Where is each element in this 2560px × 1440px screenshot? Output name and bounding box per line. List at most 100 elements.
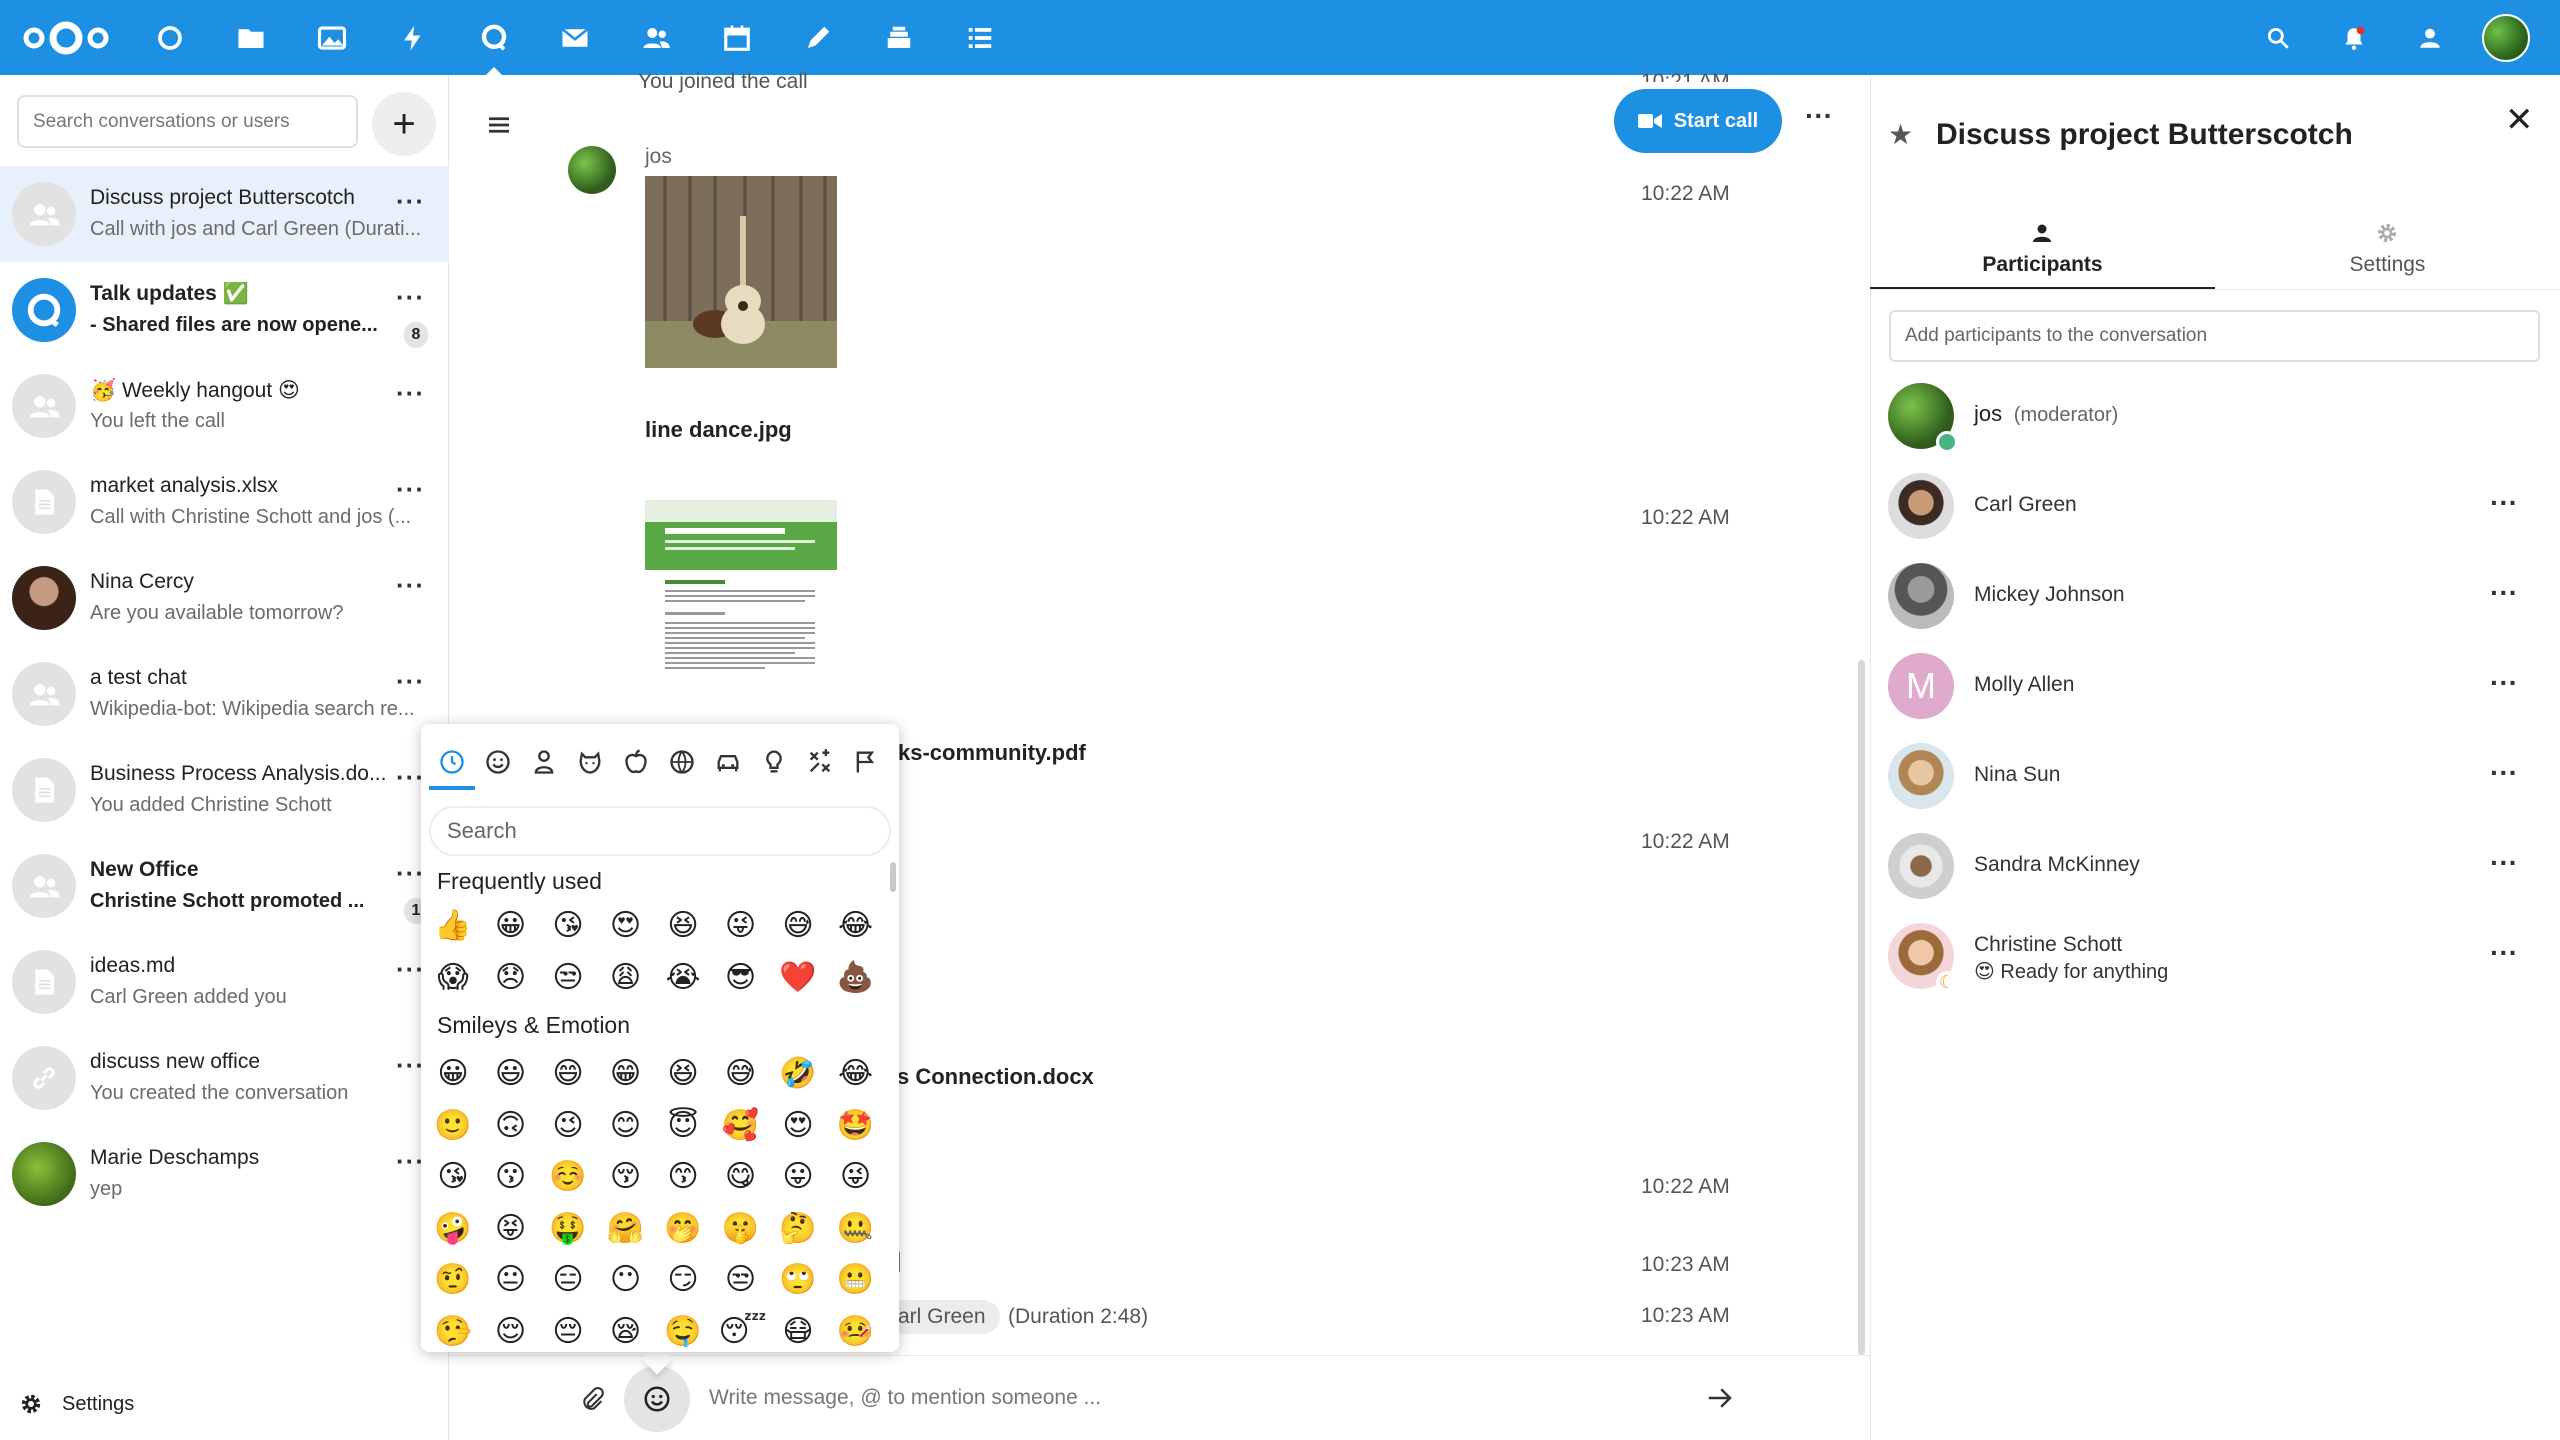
message-input[interactable]: Write message, @ to mention someone ... [709,1386,1101,1410]
emoji-button[interactable]: 😜 [834,1155,878,1199]
participant-row[interactable]: jos (moderator) [1870,371,2560,461]
emoji-button[interactable]: 😄 [546,1052,590,1096]
file-name-partial[interactable]: ks-community.pdf [898,740,1086,766]
globe-icon[interactable] [664,744,700,780]
conversation-menu-icon[interactable]: ··· [396,666,425,697]
send-icon[interactable] [1705,1383,1735,1413]
photos-icon[interactable] [310,16,354,60]
clock-icon[interactable] [434,744,470,780]
participant-menu-icon[interactable]: ··· [2490,757,2518,789]
emoji-button[interactable]: 😱 [431,956,475,1000]
tab-settings[interactable]: Settings [2215,215,2560,290]
calendar-icon[interactable] [715,16,759,60]
image-preview-guitar[interactable] [645,176,837,368]
smiley-icon[interactable] [480,744,516,780]
jos-avatar[interactable] [568,146,616,194]
emoji-button[interactable]: 😌 [489,1310,533,1353]
conversation-item[interactable]: New Office Christine Schott promoted ...… [0,838,449,934]
emoji-button[interactable]: 😞 [489,956,533,1000]
search-conversations-input[interactable]: Search conversations or users [17,95,358,148]
favorite-star-icon[interactable]: ★ [1888,118,1913,151]
conversation-item[interactable]: Discuss project Butterscotch Call with j… [0,166,449,262]
emoji-button[interactable]: 😅 [719,1052,763,1096]
emoji-button[interactable] [624,1366,690,1432]
emoji-button[interactable]: 😙 [661,1155,705,1199]
emoji-button[interactable]: 🙃 [489,1104,533,1148]
new-conversation-button[interactable]: + [372,92,436,156]
talk-icon[interactable] [472,16,516,75]
emoji-button[interactable]: 🤫 [719,1207,763,1251]
notifications-icon[interactable] [2332,16,2376,60]
notes-icon[interactable] [796,16,840,60]
emoji-button[interactable]: 😏 [661,1258,705,1302]
emoji-button[interactable]: 😁 [604,1052,648,1096]
person-icon[interactable] [526,744,562,780]
emoji-button[interactable]: 😭 [661,956,705,1000]
emoji-button[interactable]: ☺️ [546,1155,590,1199]
participant-menu-icon[interactable]: ··· [2490,577,2518,609]
emoji-button[interactable]: 😔 [546,1310,590,1353]
emoji-button[interactable]: 😘 [546,904,590,948]
conversation-menu-icon[interactable]: ··· [396,378,425,409]
close-icon[interactable]: ✕ [2505,100,2534,140]
emoji-button[interactable]: 😑 [546,1258,590,1302]
file-name-partial[interactable]: s Connection.docx [897,1064,1094,1090]
emoji-button[interactable]: 🙄 [776,1258,820,1302]
nextcloud-logo[interactable] [18,14,114,62]
emoji-button[interactable]: 😒 [546,956,590,1000]
conversation-item[interactable]: Marie Deschamps yep ··· [0,1126,449,1222]
participant-row[interactable]: Nina Sun ··· [1870,731,2560,821]
emoji-button[interactable]: 🤤 [661,1310,705,1353]
emoji-button[interactable]: 🤭 [661,1207,705,1251]
emoji-button[interactable]: 🤣 [776,1052,820,1096]
participant-row[interactable]: Mickey Johnson ··· [1870,551,2560,641]
participant-row[interactable]: ☾ Christine Schott 😍 Ready for anything … [1870,911,2560,1001]
emoji-button[interactable]: 🤗 [604,1207,648,1251]
user-avatar[interactable] [2482,14,2530,62]
emoji-button[interactable]: 😴 [719,1310,767,1353]
file-name[interactable]: line dance.jpg [645,417,792,443]
emoji-button[interactable]: 😪 [604,1310,648,1353]
emoji-button[interactable]: 🤐 [834,1207,878,1251]
emoji-button[interactable]: 😀 [489,904,533,948]
contacts-menu-icon[interactable] [2408,16,2452,60]
emoji-button[interactable]: 😉 [546,1104,590,1148]
car-icon[interactable] [710,744,746,780]
conversation-menu-icon[interactable]: ··· [396,474,425,505]
emoji-button[interactable]: 🤥 [431,1310,475,1353]
emoji-button[interactable]: 👍 [431,904,475,948]
tab-participants[interactable]: Participants [1870,215,2215,290]
add-participants-input[interactable]: Add participants to the conversation [1889,310,2540,362]
tasks-icon[interactable] [958,16,1002,60]
emoji-button[interactable]: 🤨 [431,1258,475,1302]
participant-menu-icon[interactable]: ··· [2490,937,2518,969]
deck-icon[interactable] [877,16,921,60]
conversation-item[interactable]: 🥳 Weekly hangout 😍 You left the call ··· [0,358,449,454]
chat-scrollbar[interactable] [1858,660,1865,1355]
emoji-button[interactable]: 😂 [834,904,878,948]
emoji-button[interactable]: 😀 [431,1052,475,1096]
conversation-item[interactable]: discuss new office You created the conve… [0,1030,449,1126]
emoji-button[interactable]: 🤪 [431,1207,475,1251]
emoji-search-input[interactable]: Search [429,806,891,856]
emoji-button[interactable]: 😍 [604,904,648,948]
participant-row[interactable]: Sandra McKinney ··· [1870,821,2560,911]
files-icon[interactable] [229,16,273,60]
emoji-button[interactable]: 😘 [431,1155,475,1199]
conversation-item[interactable]: market analysis.xlsx Call with Christine… [0,454,449,550]
bulb-icon[interactable] [756,744,792,780]
emoji-button[interactable]: 😛 [776,1155,820,1199]
emoji-button[interactable]: 😚 [604,1155,648,1199]
emoji-button[interactable]: 😍 [776,1104,820,1148]
emoji-button[interactable]: 🥰 [719,1104,763,1148]
emoji-button[interactable]: 😆 [661,1052,705,1096]
pdf-preview[interactable] [645,500,837,690]
emoji-button[interactable]: 😋 [719,1155,763,1199]
animal-icon[interactable] [572,744,608,780]
conversation-item[interactable]: Nina Cercy Are you available tomorrow? ·… [0,550,449,646]
conversation-menu-icon[interactable]: ··· [396,186,425,217]
emoji-button[interactable]: 😂 [834,1052,878,1096]
emoji-button[interactable]: 😶 [604,1258,648,1302]
settings-button[interactable]: Settings [18,1391,134,1417]
conversation-menu-icon[interactable]: ··· [396,282,425,313]
